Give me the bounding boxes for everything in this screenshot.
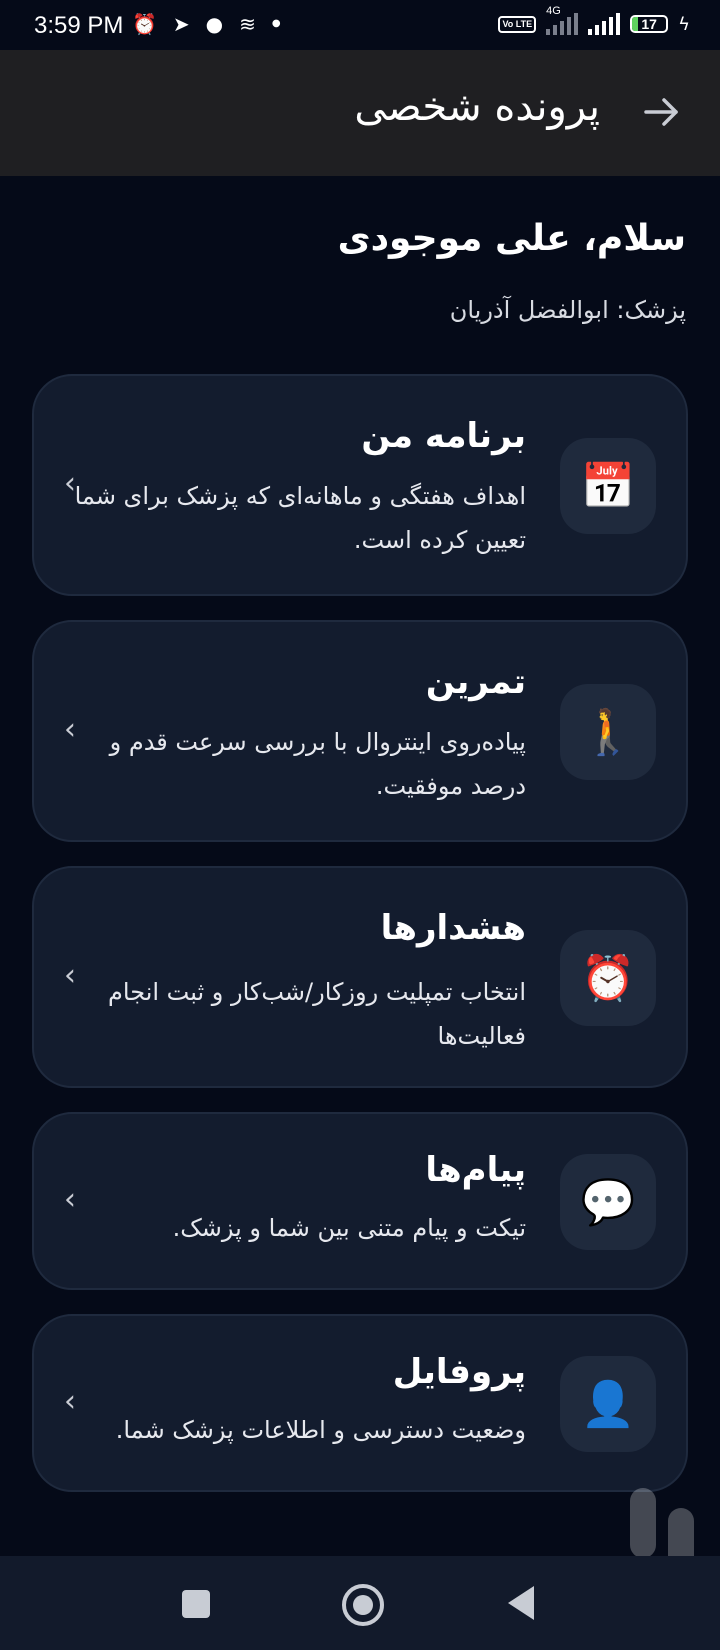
dot-icon: ● [271,18,281,29]
calendar-icon-glyph: 📅 [580,461,636,512]
card-title: پیام‌ها [425,1150,526,1190]
home-button[interactable] [342,1584,384,1626]
card-exercise[interactable]: 🚶 تمرین پیاده‌روی اینتروال با بررسی سرعت… [32,620,688,842]
alarm-icon: ⏰ [132,12,157,36]
card-description: اهداف هفتگی و ماهانه‌ای که پزشک برای شما… [74,482,526,554]
user-icon-glyph: 👤 [580,1379,636,1430]
card-description: انتخاب تمپلیت روزکار/شب‌کار و ثبت انجام … [108,978,526,1050]
greeting: سلام، علی موجودی [337,218,686,259]
card-profile[interactable]: 👤 پروفایل وضعیت دسترسی و اطلاعات پزشک شم… [32,1314,688,1492]
alarm-clock-icon-glyph: ⏰ [580,953,636,1004]
alarm-clock-icon: ⏰ [560,930,656,1026]
recents-button[interactable] [182,1590,210,1618]
speech-bubble-icon: 💬 [560,1154,656,1250]
status-bar: 3:59 PM ⏰ ➤ ● ≋ ● Vo LTE 4G 17 ϟ [0,0,720,50]
network-label: 4G [546,5,561,17]
signal-icon [588,13,621,35]
volte-badge: Vo LTE [498,15,537,33]
system-nav-bar [0,1556,720,1650]
layers-icon: ≋ [239,12,256,36]
walking-icon: 🚶 [560,684,656,780]
battery-fill [632,17,638,31]
status-time: 3:59 PM [34,12,124,39]
battery-level: 17 [641,16,657,32]
signal-4g-icon: 4G [546,5,579,35]
status-left-icons: ⏰ ➤ ● ≋ ● [132,12,281,36]
speech-bubble-icon-glyph: 💬 [580,1177,636,1228]
notification-icon: ● [205,12,224,36]
doctor-name: پزشک: ابوالفضل آذریان [449,296,686,324]
calendar-icon: 📅 [560,438,656,534]
chevron-left-icon: ‹ [64,466,76,501]
card-messages[interactable]: 💬 پیام‌ها تیکت و پیام متنی بین شما و پزش… [32,1112,688,1290]
card-title: برنامه من [361,416,526,456]
chevron-left-icon: ‹ [64,1182,76,1217]
card-alerts[interactable]: ⏰ هشدارها انتخاب تمپلیت روزکار/شب‌کار و … [32,866,688,1088]
chevron-left-icon: ‹ [64,1384,76,1419]
walking-icon-glyph: 🚶 [580,707,636,758]
app-bar: پرونده شخصی [0,50,720,176]
charging-icon: ϟ [678,13,690,35]
chevron-left-icon: ‹ [64,958,76,993]
card-description: وضعیت دسترسی و اطلاعات پزشک شما. [115,1416,526,1444]
status-right: Vo LTE 4G 17 ϟ [498,5,690,35]
user-icon: 👤 [560,1356,656,1452]
back-button[interactable] [508,1586,534,1620]
telegram-icon: ➤ [172,12,190,36]
card-title: پروفایل [392,1352,526,1392]
card-description: تیکت و پیام متنی بین شما و پزشک. [172,1214,526,1242]
card-my-plan[interactable]: 📅 برنامه من اهداف هفتگی و ماهانه‌ای که پ… [32,374,688,596]
battery-icon: 17 [630,15,669,33]
chevron-left-icon: ‹ [64,712,76,747]
card-title: هشدارها [380,908,526,948]
page-title: پرونده شخصی [354,84,600,130]
back-arrow-icon[interactable] [642,92,682,132]
card-description: پیاده‌روی اینتروال با بررسی سرعت قدم و د… [109,728,526,800]
card-title: تمرین [425,662,526,702]
